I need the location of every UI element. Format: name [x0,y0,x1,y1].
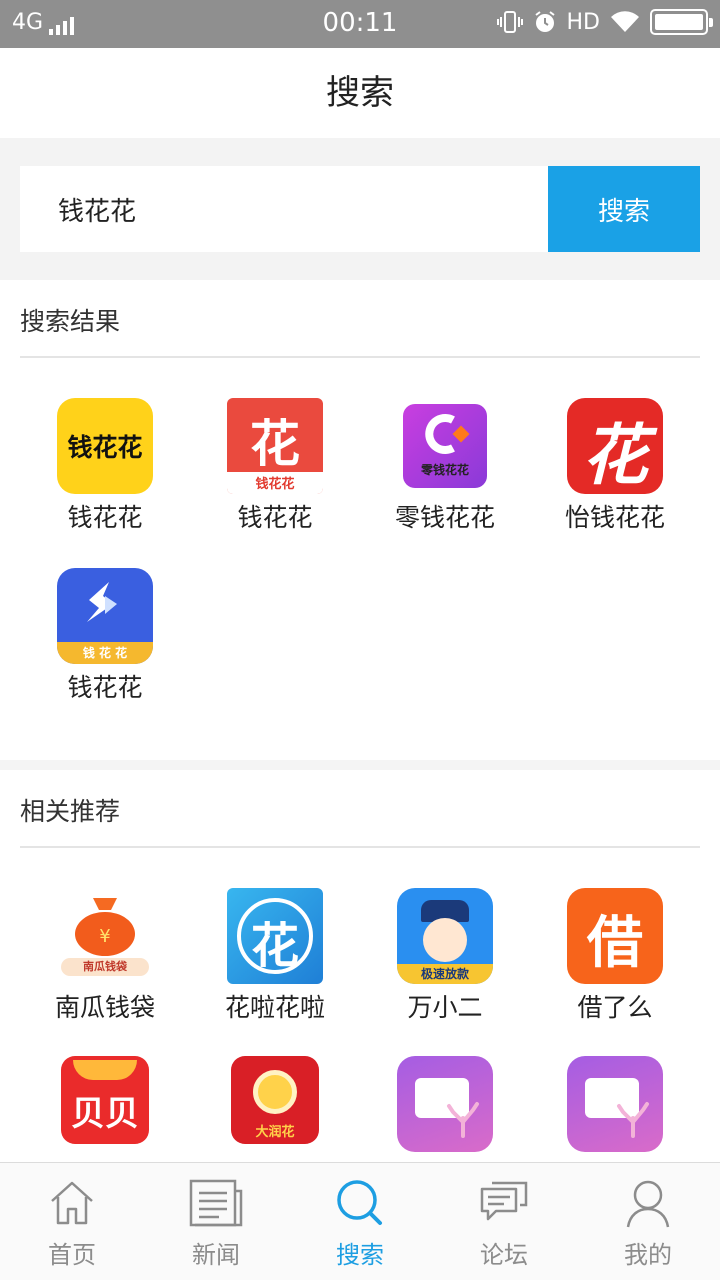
icon-sublabel: 零钱花花 [420,463,469,477]
tab-profile[interactable]: 我的 [576,1163,720,1280]
app-icon-lingqianhuahua: 零钱花花 [397,398,493,494]
svg-text:¥: ¥ [99,926,110,947]
app-item[interactable]: 贝贝 [20,1056,190,1148]
icon-sublabel: 南瓜钱袋 [83,960,127,973]
app-icon-wanxiaoer: 极速放款 [397,888,493,984]
app-icon-qianhuahua-blue: 钱 花 花 [57,568,153,664]
section-title-results: 搜索结果 [20,307,121,336]
app-icon-qianhuahua: 钱花花 [57,398,153,494]
tab-label: 新闻 [192,1241,240,1269]
app-icon-wallet-purple [397,1056,493,1152]
icon-sublabel: 钱花花 [255,477,295,492]
search-input[interactable] [20,166,548,252]
app-name: 南瓜钱袋 [54,993,155,1022]
app-item[interactable]: 借 借了么 [530,888,700,1024]
app-name: 借了么 [577,993,653,1022]
app-name: 花啦花啦 [224,993,325,1022]
app-name: 钱花花 [67,673,143,702]
coral-icon [447,1102,479,1138]
app-item[interactable] [530,1056,700,1156]
alarm-icon [534,11,555,32]
app-name: 怡钱花花 [564,503,665,532]
icon-label: 花 [582,416,648,494]
news-icon [189,1179,243,1227]
divider [20,846,700,848]
icon-label: 花 [250,918,299,974]
tab-label: 我的 [624,1241,672,1269]
app-item[interactable]: 花 钱花花 钱花花 [190,398,360,534]
icon-label: 借 [587,910,643,976]
app-name: 钱花花 [67,503,143,532]
wifi-icon [611,11,639,33]
forum-icon [480,1181,528,1221]
hd-label: HD [566,9,600,35]
app-name: 钱花花 [237,503,313,532]
logo-shape-icon [87,582,117,622]
coin-c-icon [425,414,470,454]
recommend-section: 相关推荐 ¥ 南瓜钱袋 南瓜钱袋 花 花啦花啦 极速放款 万小二 借 借了么 贝… [0,770,720,1162]
app-item[interactable]: 花 怡钱花花 [530,398,700,534]
app-item[interactable]: 钱花花 钱花花 [20,398,190,534]
app-icon-qianhuahua-red: 花 钱花花 [227,398,323,494]
icon-label: 花 [250,414,300,473]
icon-sublabel: 极速放款 [420,967,469,981]
money-bag-icon: ¥ [75,898,135,956]
search-button[interactable]: 搜索 [548,166,700,252]
app-item[interactable]: 大润花 [190,1056,360,1148]
app-item[interactable] [360,1056,530,1156]
app-item[interactable]: ¥ 南瓜钱袋 南瓜钱袋 [20,888,190,1024]
tab-search[interactable]: 搜索 [288,1163,432,1280]
coral-icon [617,1102,649,1138]
tab-forum[interactable]: 论坛 [432,1163,576,1280]
tab-news[interactable]: 新闻 [144,1163,288,1280]
app-name: 万小二 [407,993,483,1022]
profile-icon [626,1180,670,1228]
status-icons: HD [496,9,713,35]
tab-label: 搜索 [336,1241,384,1269]
icon-sublabel: 大润花 [255,1125,295,1140]
vibrate-icon [496,11,523,33]
home-icon [51,1181,93,1225]
icon-sublabel: 钱 花 花 [82,646,128,660]
app-icon-jielema: 借 [567,888,663,984]
search-bar: 搜索 [0,138,720,280]
app-item[interactable]: 钱 花 花 钱花花 [20,568,190,704]
divider [20,356,700,358]
icon-coins [73,1060,137,1080]
app-item[interactable]: 零钱花花 零钱花花 [360,398,530,534]
app-name: 零钱花花 [394,503,495,532]
app-icon-yiqianhuahua: 花 [567,398,663,494]
icon-label: 贝贝 [71,1094,139,1134]
app-item[interactable]: 花 花啦花啦 [190,888,360,1024]
app-icon-hualahuala: 花 [227,888,323,984]
app-icon-darunhua: 大润花 [231,1056,319,1144]
app-icon-nangua: ¥ 南瓜钱袋 [57,888,153,984]
app-icon-wallet-purple [567,1056,663,1152]
icon-label: 钱花花 [67,433,143,462]
status-bar: 4G 00:11 HD [0,0,720,48]
battery-icon [650,9,713,35]
bottom-tab-bar: 首页 新闻 搜索 论坛 我的 [0,1162,720,1280]
app-icon-beibei: 贝贝 [61,1056,149,1144]
search-results-section: 搜索结果 钱花花 钱花花 花 钱花花 钱花花 零钱花花 零钱花花 花 怡钱花花 [0,280,720,760]
icon-coin [253,1070,297,1114]
page-title: 搜索 [0,48,720,138]
tab-label: 论坛 [480,1241,528,1269]
icon-face [423,918,467,962]
search-icon [337,1180,382,1225]
tab-label: 首页 [48,1241,96,1269]
app-item[interactable]: 极速放款 万小二 [360,888,530,1024]
section-title-recommend: 相关推荐 [20,797,121,826]
tab-home[interactable]: 首页 [0,1163,144,1280]
